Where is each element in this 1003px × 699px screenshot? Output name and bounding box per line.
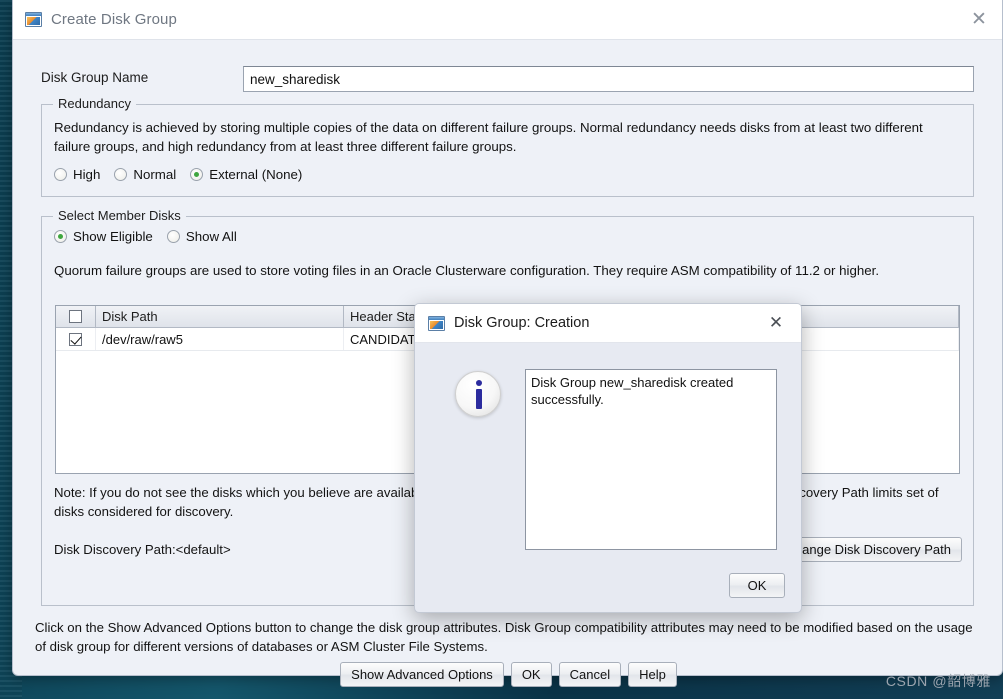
window-title: Create Disk Group	[51, 11, 177, 28]
redundancy-groupbox: Redundancy Redundancy is achieved by sto…	[41, 96, 974, 197]
radio-icon	[54, 168, 67, 181]
select-member-disks-legend: Select Member Disks	[53, 208, 186, 223]
show-all-option[interactable]: Show All	[166, 229, 237, 244]
create-disk-group-window: Create Disk Group ✕ Disk Group Name Redu…	[12, 0, 1003, 687]
show-filter-radio-group: Show Eligible Show All	[54, 229, 251, 244]
column-header-disk-path[interactable]: Disk Path	[96, 306, 344, 327]
dialog-ok-button[interactable]: OK	[729, 573, 785, 598]
redundancy-description: Redundancy is achieved by storing multip…	[54, 120, 923, 154]
redundancy-option-normal[interactable]: Normal	[114, 167, 176, 182]
redundancy-legend: Redundancy	[53, 96, 136, 111]
radio-icon-selected	[190, 168, 204, 181]
advanced-options-hint: Click on the Show Advanced Options butto…	[35, 620, 973, 654]
redundancy-option-high[interactable]: High	[54, 167, 100, 182]
info-icon	[455, 371, 501, 417]
redundancy-option-label: High	[73, 167, 101, 182]
disk-group-name-row: Disk Group Name	[13, 66, 1003, 92]
row-checkbox-checked[interactable]	[69, 332, 82, 346]
close-icon[interactable]: ✕	[956, 0, 1002, 39]
disk-group-window-icon	[25, 12, 42, 27]
redundancy-option-label: Normal	[133, 167, 177, 182]
help-button[interactable]: Help	[628, 662, 677, 687]
redundancy-radio-group: High Normal External (None)	[54, 167, 316, 182]
window-content: Disk Group Name Redundancy Redundancy is…	[13, 40, 1003, 687]
show-all-label: Show All	[185, 229, 237, 244]
quorum-note: Quorum failure groups are used to store …	[54, 263, 880, 278]
redundancy-option-external[interactable]: External (None)	[190, 167, 302, 182]
window-titlebar: Create Disk Group ✕	[13, 0, 1002, 40]
show-eligible-option[interactable]: Show Eligible	[54, 229, 153, 244]
disk-group-window-icon	[428, 315, 445, 331]
watermark: CSDN @韶博雅	[885, 673, 991, 689]
radio-icon	[114, 168, 128, 181]
close-icon[interactable]: ✕	[757, 304, 795, 342]
disk-group-name-label: Disk Group Name	[41, 70, 149, 85]
select-all-checkbox[interactable]	[69, 310, 82, 323]
disk-group-creation-dialog: Disk Group: Creation ✕ Disk Group new_sh…	[414, 303, 802, 613]
show-eligible-label: Show Eligible	[73, 229, 153, 244]
show-advanced-options-button[interactable]: Show Advanced Options	[340, 662, 504, 687]
dialog-titlebar: Disk Group: Creation ✕	[415, 304, 801, 343]
dialog-message: Disk Group new_sharedisk created success…	[525, 369, 777, 550]
dialog-title: Disk Group: Creation	[454, 315, 590, 331]
dialog-button-bar: OK	[415, 573, 801, 612]
radio-icon-selected	[54, 230, 67, 243]
cancel-button[interactable]: Cancel	[558, 662, 622, 687]
redundancy-option-label: External (None)	[209, 167, 303, 182]
disk-group-name-input[interactable]	[243, 66, 974, 92]
disk-discovery-path-value: Disk Discovery Path:<default>	[54, 542, 231, 557]
cell-disk-path: /dev/raw/raw5	[96, 328, 344, 350]
change-disk-discovery-path-button[interactable]: Change Disk Discovery Path	[774, 537, 962, 562]
select-all-header-cell[interactable]	[56, 306, 96, 327]
dialog-body: Disk Group new_sharedisk created success…	[415, 343, 801, 575]
row-select-cell[interactable]	[56, 328, 96, 350]
ok-button[interactable]: OK	[510, 662, 552, 687]
radio-icon	[166, 230, 180, 243]
window-button-bar: Show Advanced Options OK Cancel Help	[13, 662, 1003, 687]
